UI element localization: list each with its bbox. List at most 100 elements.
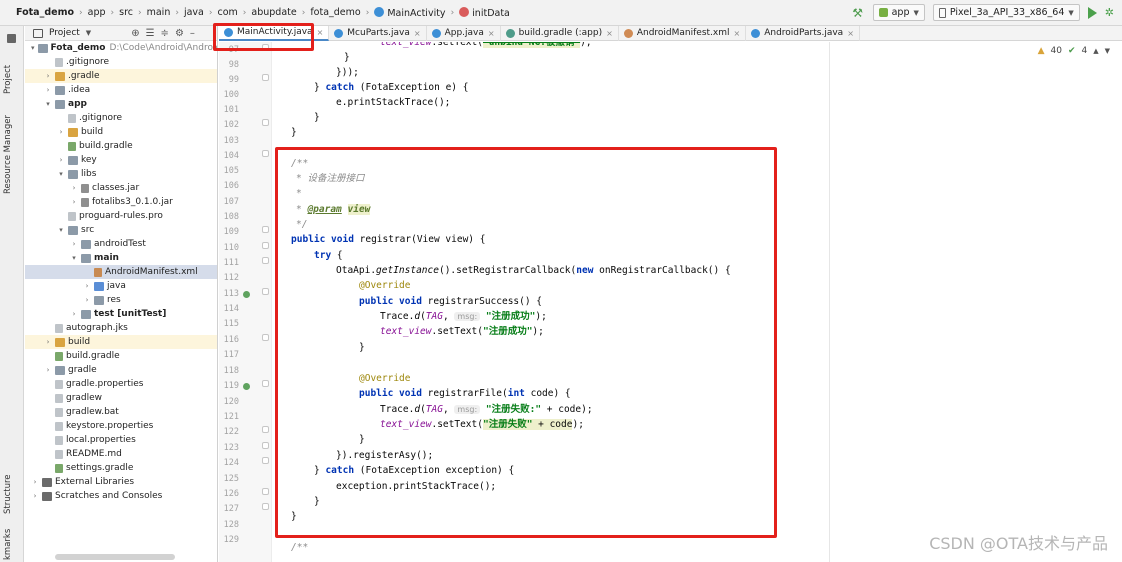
device-select[interactable]: Pixel_3a_API_33_x86_64 ▼ xyxy=(932,4,1080,21)
tree-item[interactable]: gradlew.bat xyxy=(25,405,217,419)
close-icon[interactable]: × xyxy=(317,28,324,37)
chevron-right-icon[interactable]: › xyxy=(44,366,52,374)
tree-item[interactable]: › test [unitTest] xyxy=(25,307,217,321)
editor-tab[interactable]: AndroidManifest.xml × xyxy=(619,25,747,41)
horizontal-scrollbar[interactable] xyxy=(55,554,175,560)
breadcrumb-item[interactable]: initData xyxy=(459,6,510,19)
breadcrumb-item[interactable]: src xyxy=(119,7,133,18)
tree-item[interactable]: › .idea xyxy=(25,83,217,97)
fold-marker-icon[interactable] xyxy=(262,226,269,233)
fold-marker-icon[interactable] xyxy=(262,119,269,126)
tree-item[interactable]: ▾ app xyxy=(25,97,217,111)
tree-item[interactable]: › build xyxy=(25,335,217,349)
chevron-down-icon[interactable]: ▾ xyxy=(70,254,78,262)
tree-item[interactable]: gradle.properties xyxy=(25,377,217,391)
chevron-right-icon[interactable]: › xyxy=(31,492,39,500)
chevron-right-icon[interactable]: › xyxy=(83,296,91,304)
tree-item[interactable]: › classes.jar xyxy=(25,181,217,195)
editor-tab[interactable]: McuParts.java × xyxy=(329,25,427,41)
tree-item[interactable]: build.gradle xyxy=(25,139,217,153)
run-icon[interactable] xyxy=(1087,6,1097,19)
tree-item[interactable]: gradlew xyxy=(25,391,217,405)
tree-item[interactable]: ▾ main xyxy=(25,251,217,265)
tree-item[interactable]: › .gradle xyxy=(25,69,217,83)
chevron-right-icon[interactable]: › xyxy=(44,72,52,80)
chevron-right-icon[interactable]: › xyxy=(83,282,91,290)
breadcrumb-item[interactable]: Fota_demo xyxy=(16,7,74,18)
project-view-select[interactable]: Project xyxy=(49,28,80,38)
fold-marker-icon[interactable] xyxy=(262,242,269,249)
editor-tab[interactable]: AndroidParts.java × xyxy=(746,25,860,41)
tree-item[interactable]: ▾ Fota_demo D:\Code\Android\Android xyxy=(25,41,217,55)
tree-item[interactable]: AndroidManifest.xml xyxy=(25,265,217,279)
debug-icon[interactable]: ✲ xyxy=(1105,6,1114,19)
tree-item[interactable]: proguard-rules.pro xyxy=(25,209,217,223)
tree-item[interactable]: .gitignore xyxy=(25,111,217,125)
tree-item[interactable]: settings.gradle xyxy=(25,461,217,475)
tree-item[interactable]: › gradle xyxy=(25,363,217,377)
bookmarks-tool-tab[interactable]: kmarks xyxy=(3,529,13,560)
breadcrumb-item[interactable]: fota_demo xyxy=(310,7,360,18)
chevron-down-icon[interactable]: ▾ xyxy=(57,170,65,178)
close-icon[interactable]: × xyxy=(847,29,854,38)
fold-marker-icon[interactable] xyxy=(262,457,269,464)
tree-item[interactable]: › key xyxy=(25,153,217,167)
breadcrumb-item[interactable]: main xyxy=(147,7,171,18)
tree-item[interactable]: README.md xyxy=(25,447,217,461)
tree-item[interactable]: › fotalibs3_0.1.0.jar xyxy=(25,195,217,209)
fold-marker-icon[interactable] xyxy=(262,74,269,81)
breadcrumb-item[interactable]: java xyxy=(184,7,204,18)
fold-marker-icon[interactable] xyxy=(262,380,269,387)
tree-item[interactable]: › build xyxy=(25,125,217,139)
tree-item[interactable]: local.properties xyxy=(25,433,217,447)
minimize-icon[interactable]: – xyxy=(190,28,195,39)
override-marker-icon[interactable] xyxy=(243,291,250,298)
project-tool-icon[interactable] xyxy=(7,34,16,43)
inspection-widget[interactable]: ▲ 40 ✔ 4 ▲ ▼ xyxy=(1038,46,1110,56)
breadcrumb-item[interactable]: abupdate xyxy=(251,7,296,18)
chevron-down-icon[interactable]: ▾ xyxy=(44,100,52,108)
tree-item[interactable]: › Scratches and Consoles xyxy=(25,489,217,503)
structure-tool-tab[interactable]: Structure xyxy=(3,474,13,514)
locate-icon[interactable]: ⊕ xyxy=(131,28,139,39)
chevron-right-icon[interactable]: › xyxy=(70,240,78,248)
chevron-down-icon[interactable]: ▾ xyxy=(57,226,65,234)
tree-item[interactable]: build.gradle xyxy=(25,349,217,363)
tree-item[interactable]: › External Libraries xyxy=(25,475,217,489)
tree-item[interactable]: › res xyxy=(25,293,217,307)
close-icon[interactable]: × xyxy=(488,29,495,38)
close-icon[interactable]: × xyxy=(734,29,741,38)
close-icon[interactable]: × xyxy=(606,29,613,38)
breadcrumb-item[interactable]: app xyxy=(88,7,106,18)
chevron-up-icon[interactable]: ▲ xyxy=(1093,47,1098,55)
chevron-right-icon[interactable]: › xyxy=(57,156,65,164)
collapse-all-icon[interactable]: ≑ xyxy=(161,28,169,39)
tree-item[interactable]: › java xyxy=(25,279,217,293)
chevron-right-icon[interactable]: › xyxy=(44,86,52,94)
fold-marker-icon[interactable] xyxy=(262,334,269,341)
fold-marker-icon[interactable] xyxy=(262,503,269,510)
fold-marker-icon[interactable] xyxy=(262,488,269,495)
breadcrumb-item[interactable]: com xyxy=(217,7,237,18)
editor-tab[interactable]: build.gradle (:app) × xyxy=(501,25,619,41)
chevron-right-icon[interactable]: › xyxy=(31,478,39,486)
tree-item[interactable]: autograph.jks xyxy=(25,321,217,335)
chevron-right-icon[interactable]: › xyxy=(57,128,65,136)
fold-marker-icon[interactable] xyxy=(262,150,269,157)
chevron-down-icon[interactable]: ▾ xyxy=(31,44,35,52)
hammer-icon[interactable]: ⚒ xyxy=(851,6,865,20)
breadcrumb-item[interactable]: MainActivity xyxy=(374,6,446,19)
run-config-select[interactable]: app ▼ xyxy=(872,4,925,21)
chevron-right-icon[interactable]: › xyxy=(70,310,78,318)
gear-icon[interactable]: ⚙ xyxy=(175,28,184,39)
resource-manager-tool-tab[interactable]: Resource Manager xyxy=(3,115,13,194)
fold-marker-icon[interactable] xyxy=(262,442,269,449)
expand-all-icon[interactable]: ☰ xyxy=(146,28,155,39)
tree-item[interactable]: ▾ src xyxy=(25,223,217,237)
fold-marker-icon[interactable] xyxy=(262,426,269,433)
chevron-right-icon[interactable]: › xyxy=(70,198,78,206)
tree-item[interactable]: › androidTest xyxy=(25,237,217,251)
project-tool-tab[interactable]: Project xyxy=(3,65,13,94)
chevron-down-icon[interactable]: ▼ xyxy=(86,29,91,37)
fold-marker-icon[interactable] xyxy=(262,257,269,264)
